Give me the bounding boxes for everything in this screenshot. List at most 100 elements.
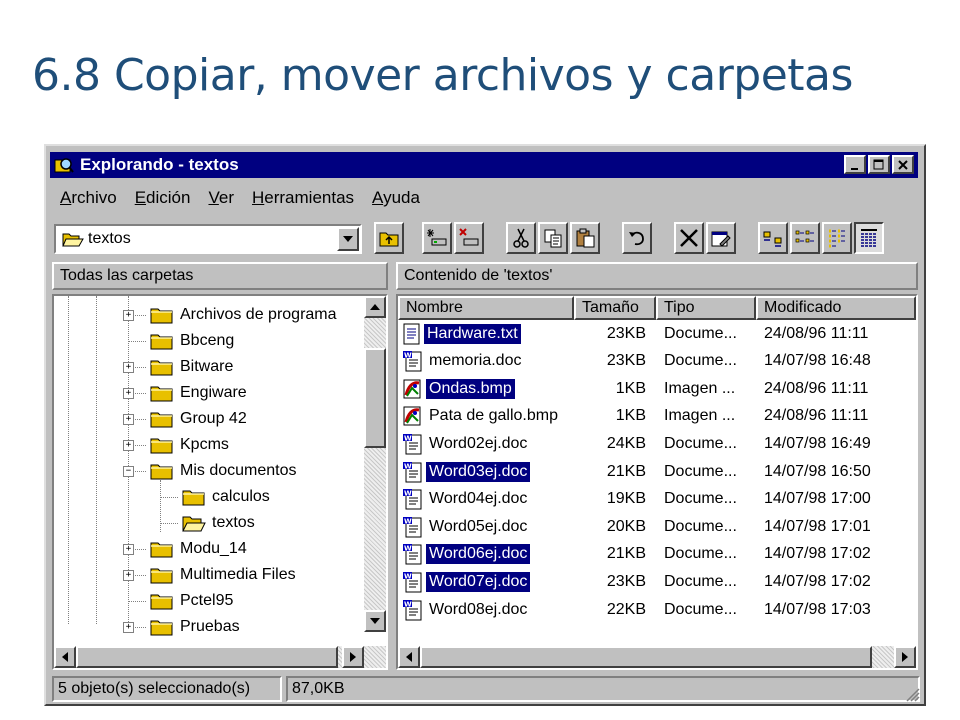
- file-row[interactable]: Hardware.txt 23KB Docume... 24/08/96 11:…: [398, 320, 916, 347]
- tree-item[interactable]: Engiware: [150, 380, 247, 406]
- open-folder-icon: [182, 516, 206, 532]
- tree-hscroll-thumb[interactable]: [76, 646, 338, 668]
- tree-expander-plus-icon[interactable]: +: [123, 310, 134, 321]
- minimize-button[interactable]: [844, 155, 866, 174]
- tree-horizontal-scrollbar[interactable]: [54, 646, 386, 668]
- tree-item-label: Bbceng: [180, 332, 235, 349]
- tree-vertical-scrollbar[interactable]: [364, 296, 386, 632]
- arrow-down-icon: [370, 618, 380, 624]
- tree-item[interactable]: textos: [182, 510, 255, 536]
- tree-expander-plus-icon[interactable]: +: [123, 440, 134, 451]
- tree-expander-plus-icon[interactable]: +: [123, 414, 134, 425]
- tree-item-label: Archivos de programa: [180, 306, 337, 323]
- address-value: textos: [88, 230, 131, 247]
- file-row[interactable]: W Word04ej.doc 19KB Docume... 14/07/98 17…: [398, 486, 916, 513]
- file-row[interactable]: W Word06ej.doc 21KB Docume... 14/07/98 17…: [398, 541, 916, 568]
- tree-scroll-down-button[interactable]: [364, 610, 386, 632]
- menu-archivo[interactable]: Archivo: [60, 188, 117, 208]
- copy-button[interactable]: [538, 222, 568, 254]
- tree-item[interactable]: Modu_14: [150, 536, 247, 562]
- folder-icon: [150, 542, 173, 558]
- tree-item[interactable]: Archivos de programa: [150, 302, 337, 328]
- tree-expander-minus-icon[interactable]: −: [123, 466, 134, 477]
- tree-item[interactable]: Mis documentos: [150, 458, 297, 484]
- column-header-size[interactable]: Tamaño: [574, 296, 656, 320]
- delete-button[interactable]: [674, 222, 704, 254]
- column-header-modified[interactable]: Modificado: [756, 296, 916, 320]
- list-scroll-left-button[interactable]: [398, 646, 420, 668]
- close-button[interactable]: [892, 155, 914, 174]
- large-icons-view-button[interactable]: [758, 222, 788, 254]
- address-dropdown-button[interactable]: [337, 227, 359, 251]
- paste-button[interactable]: [570, 222, 600, 254]
- file-list: Nombre Tamaño Tipo Modificado Hardware.t…: [396, 294, 918, 670]
- details-view-button[interactable]: [854, 222, 884, 254]
- file-row[interactable]: W Word03ej.doc 21KB Docume... 14/07/98 16…: [398, 458, 916, 485]
- window-title: Explorando - textos: [80, 155, 239, 174]
- tree-item[interactable]: Bbceng: [150, 328, 234, 354]
- file-modified: 14/07/98 17:00: [764, 490, 871, 508]
- chevron-down-icon: [343, 236, 353, 242]
- cut-button[interactable]: [506, 222, 536, 254]
- cut-icon: [513, 228, 529, 248]
- file-row[interactable]: W Word02ej.doc 24KB Docume... 14/07/98 16…: [398, 430, 916, 457]
- up-folder-button[interactable]: [374, 222, 404, 254]
- file-row[interactable]: Pata de gallo.bmp 1KB Imagen ... 24/08/9…: [398, 403, 916, 430]
- tree-item[interactable]: Kpcms: [150, 432, 229, 458]
- menu-ayuda[interactable]: Ayuda: [372, 188, 420, 208]
- file-row[interactable]: W Word05ej.doc 20KB Docume... 14/07/98 17…: [398, 513, 916, 540]
- tree-item[interactable]: Pctel95: [150, 588, 233, 614]
- file-type: Docume...: [664, 434, 737, 452]
- svg-text:W: W: [404, 545, 412, 553]
- address-combo[interactable]: textos: [54, 224, 362, 254]
- tree-item-label: Multimedia Files: [180, 566, 296, 583]
- file-type: Docume...: [664, 352, 737, 370]
- list-horizontal-scrollbar[interactable]: [398, 646, 916, 668]
- file-row[interactable]: W Word07ej.doc 23KB Docume... 14/07/98 17…: [398, 568, 916, 595]
- tree-expander-plus-icon[interactable]: +: [123, 570, 134, 581]
- resize-grip-icon[interactable]: [902, 684, 920, 702]
- list-hscroll-thumb[interactable]: [420, 646, 872, 668]
- tree-item[interactable]: Group 42: [150, 406, 247, 432]
- file-type: Imagen ...: [664, 379, 736, 397]
- tree-scroll-right-button[interactable]: [342, 646, 364, 668]
- map-drive-button[interactable]: [422, 222, 452, 254]
- tree-expander-plus-icon[interactable]: +: [123, 544, 134, 555]
- status-bar: 5 objeto(s) seleccionado(s) 87,0KB: [52, 676, 920, 702]
- undo-button[interactable]: [622, 222, 652, 254]
- title-bar[interactable]: Explorando - textos: [50, 152, 918, 178]
- menu-edicion[interactable]: Edición: [135, 188, 191, 208]
- properties-button[interactable]: [706, 222, 736, 254]
- menu-ver[interactable]: Ver: [208, 188, 234, 208]
- maximize-icon: [873, 159, 884, 169]
- tree-item-label: Bitware: [180, 358, 234, 375]
- tree-scroll-thumb[interactable]: [364, 348, 386, 448]
- tree-expander-plus-icon[interactable]: +: [123, 622, 134, 633]
- list-view-button[interactable]: [822, 222, 852, 254]
- tree-item-label: Pctel95: [180, 592, 234, 609]
- file-row[interactable]: Ondas.bmp 1KB Imagen ... 24/08/96 11:11: [398, 375, 916, 402]
- tree-expander-plus-icon[interactable]: +: [123, 388, 134, 399]
- file-size: 22KB: [606, 600, 646, 618]
- disconnect-drive-button[interactable]: [454, 222, 484, 254]
- tree-item[interactable]: Pruebas: [150, 614, 240, 640]
- list-scroll-right-button[interactable]: [894, 646, 916, 668]
- tree-item-label: Mis documentos: [180, 462, 297, 479]
- maximize-button[interactable]: [868, 155, 890, 174]
- undo-icon: [629, 231, 644, 246]
- file-type: Docume...: [664, 324, 737, 342]
- folder-icon: [182, 490, 205, 506]
- tree-expander-plus-icon[interactable]: +: [123, 362, 134, 373]
- file-row[interactable]: Wmemoria.doc 23KB Docume... 14/07/98 16:…: [398, 348, 916, 375]
- column-header-name[interactable]: Nombre: [398, 296, 574, 320]
- menu-herramientas[interactable]: Herramientas: [252, 188, 354, 208]
- file-row[interactable]: W Word08ej.doc 22KB Docume... 14/07/98 17…: [398, 596, 916, 623]
- tree-scroll-left-button[interactable]: [54, 646, 76, 668]
- file-size: 21KB: [606, 545, 646, 563]
- tree-scroll-up-button[interactable]: [364, 296, 386, 318]
- tree-item[interactable]: Multimedia Files: [150, 562, 296, 588]
- tree-item[interactable]: Bitware: [150, 354, 233, 380]
- column-header-type[interactable]: Tipo: [656, 296, 756, 320]
- tree-item[interactable]: calculos: [182, 484, 270, 510]
- small-icons-view-button[interactable]: [790, 222, 820, 254]
